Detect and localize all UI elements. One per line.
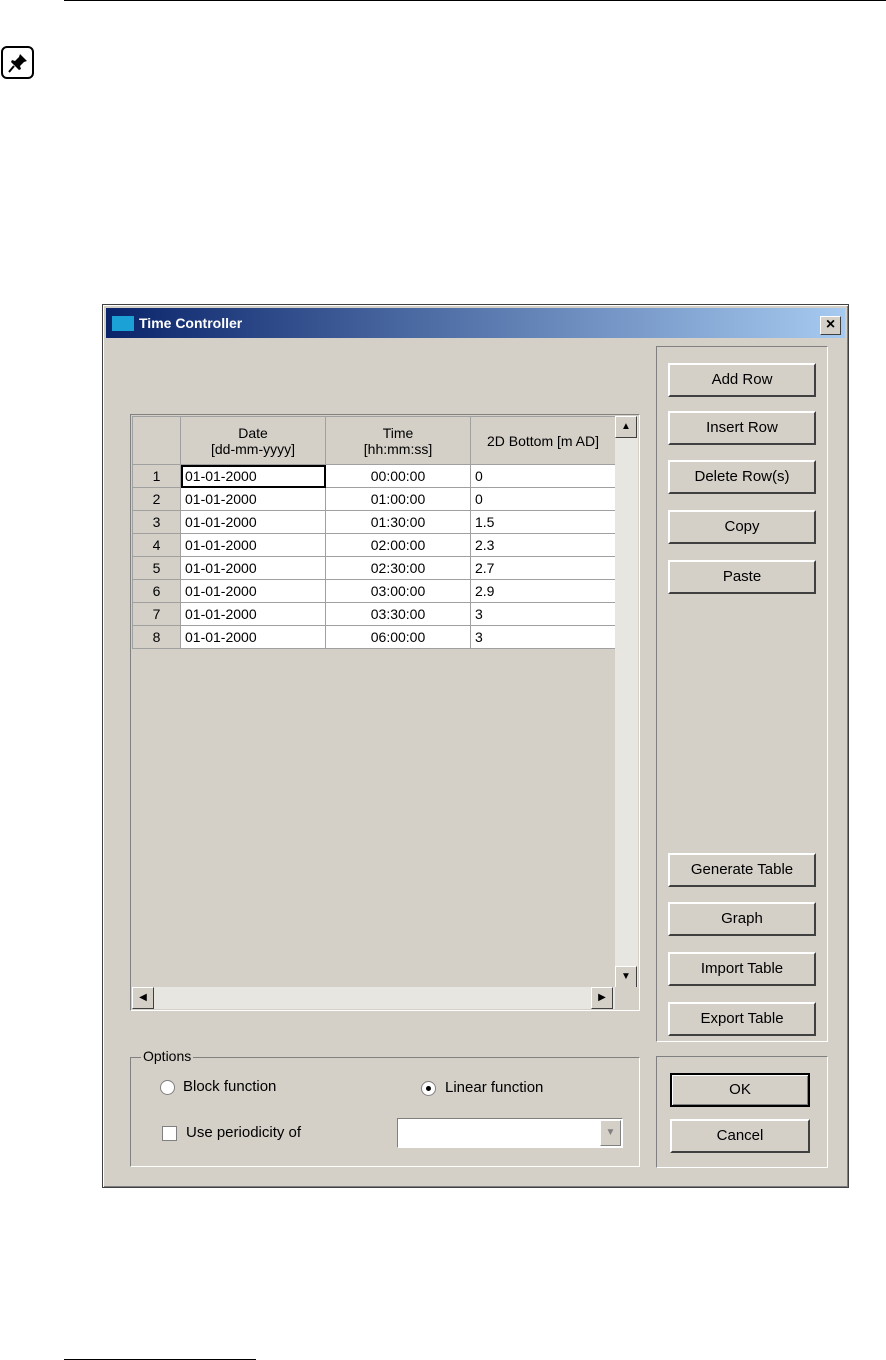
row-number[interactable]: 3	[132, 510, 181, 534]
date-cell[interactable]: 01-01-2000	[180, 487, 326, 511]
data-grid: Date [dd-mm-yyyy] Time [hh:mm:ss] 2D Bot…	[130, 414, 640, 1011]
app-icon	[112, 316, 134, 331]
column-header-date[interactable]: Date [dd-mm-yyyy]	[180, 416, 326, 465]
options-legend: Options	[141, 1048, 194, 1064]
row-number[interactable]: 8	[132, 625, 181, 649]
column-header-line1: Date	[238, 424, 268, 441]
time-cell[interactable]: 02:30:00	[325, 556, 471, 580]
horizontal-scrollbar[interactable]: ◀ ▶	[132, 987, 615, 1009]
table-row[interactable]: 2 01-01-2000 01:00:00 0	[132, 487, 616, 511]
column-header-line2: [hh:mm:ss]	[363, 440, 433, 457]
graph-button[interactable]: Graph	[668, 902, 816, 936]
scroll-up-button[interactable]: ▲	[615, 416, 637, 438]
date-cell[interactable]: 01-01-2000	[180, 533, 326, 557]
row-number[interactable]: 7	[132, 602, 181, 626]
arrow-left-icon: ◀	[139, 992, 147, 1003]
action-button-panel: Add Row Insert Row Delete Row(s) Copy Pa…	[656, 346, 828, 1042]
scrollbar-corner	[615, 987, 638, 1009]
window-title: Time Controller	[139, 315, 243, 331]
row-header-corner	[132, 416, 181, 465]
add-row-button[interactable]: Add Row	[668, 363, 816, 397]
block-function-radio[interactable]	[160, 1080, 175, 1095]
table-header-row: Date [dd-mm-yyyy] Time [hh:mm:ss] 2D Bot…	[132, 416, 616, 465]
arrow-down-icon: ▼	[621, 971, 631, 982]
close-button[interactable]: ×	[820, 316, 841, 335]
date-cell[interactable]: 01-01-2000	[180, 510, 326, 534]
table-row[interactable]: 7 01-01-2000 03:30:00 3	[132, 602, 616, 626]
row-number[interactable]: 2	[132, 487, 181, 511]
time-cell[interactable]: 02:00:00	[325, 533, 471, 557]
generate-table-button[interactable]: Generate Table	[668, 853, 816, 887]
title-bar[interactable]: Time Controller ×	[106, 308, 845, 338]
date-cell[interactable]: 01-01-2000	[180, 579, 326, 603]
table-body: 1 01-01-2000 00:00:00 0 2 01-01-2000 01:00:00 0…	[132, 464, 616, 649]
time-cell[interactable]: 00:00:00	[325, 464, 471, 488]
row-number[interactable]: 5	[132, 556, 181, 580]
value-cell[interactable]: 2.9	[470, 579, 616, 603]
column-header-line2: [dd-mm-yyyy]	[211, 440, 295, 457]
value-cell[interactable]: 0	[470, 464, 616, 488]
value-cell[interactable]: 2.3	[470, 533, 616, 557]
copy-button[interactable]: Copy	[668, 510, 816, 544]
chevron-down-icon: ▼	[605, 1127, 616, 1138]
paste-button[interactable]: Paste	[668, 560, 816, 594]
cancel-button[interactable]: Cancel	[670, 1119, 810, 1153]
arrow-up-icon: ▲	[621, 421, 631, 432]
ok-button[interactable]: OK	[670, 1073, 810, 1107]
time-cell[interactable]: 06:00:00	[325, 625, 471, 649]
time-cell[interactable]: 03:30:00	[325, 602, 471, 626]
table-row[interactable]: 4 01-01-2000 02:00:00 2.3	[132, 533, 616, 557]
table-row[interactable]: 5 01-01-2000 02:30:00 2.7	[132, 556, 616, 580]
linear-function-label[interactable]: Linear function	[445, 1079, 543, 1096]
column-header-line1: Time	[382, 424, 414, 441]
value-cell[interactable]: 3	[470, 602, 616, 626]
value-cell[interactable]: 0	[470, 487, 616, 511]
block-function-label[interactable]: Block function	[183, 1078, 276, 1095]
linear-function-radio[interactable]	[421, 1081, 436, 1096]
delete-rows-button[interactable]: Delete Row(s)	[668, 460, 816, 494]
pushpin-note-icon	[1, 46, 34, 79]
time-table: Date [dd-mm-yyyy] Time [hh:mm:ss] 2D Bot…	[132, 416, 616, 649]
date-cell[interactable]: 01-01-2000	[180, 602, 326, 626]
insert-row-button[interactable]: Insert Row	[668, 411, 816, 445]
scroll-down-button[interactable]: ▼	[615, 966, 637, 988]
dropdown-button[interactable]: ▼	[600, 1120, 621, 1146]
time-cell[interactable]: 03:00:00	[325, 579, 471, 603]
date-cell[interactable]: 01-01-2000	[180, 464, 326, 488]
date-cell[interactable]: 01-01-2000	[180, 625, 326, 649]
options-group: Options Block function Linear function U…	[130, 1048, 640, 1167]
value-cell[interactable]: 2.7	[470, 556, 616, 580]
column-header-2d-bottom[interactable]: 2D Bottom [m AD]	[470, 416, 616, 465]
vertical-scrollbar[interactable]: ▲ ▼	[615, 416, 638, 990]
column-header-time[interactable]: Time [hh:mm:ss]	[325, 416, 471, 465]
use-periodicity-label[interactable]: Use periodicity of	[186, 1124, 301, 1141]
scroll-left-button[interactable]: ◀	[132, 987, 154, 1009]
export-table-button[interactable]: Export Table	[668, 1002, 816, 1036]
close-icon: ×	[825, 316, 836, 333]
table-row[interactable]: 6 01-01-2000 03:00:00 2.9	[132, 579, 616, 603]
scroll-right-button[interactable]: ▶	[591, 987, 613, 1009]
import-table-button[interactable]: Import Table	[668, 952, 816, 986]
time-controller-dialog: Time Controller × Date [dd-mm-yyyy] Time…	[102, 304, 849, 1188]
table-row[interactable]: 3 01-01-2000 01:30:00 1.5	[132, 510, 616, 534]
arrow-right-icon: ▶	[598, 992, 606, 1003]
value-cell[interactable]: 3	[470, 625, 616, 649]
page-top-rule	[64, 0, 886, 1]
time-cell[interactable]: 01:30:00	[325, 510, 471, 534]
use-periodicity-checkbox[interactable]	[162, 1126, 177, 1141]
row-number[interactable]: 1	[132, 464, 181, 488]
table-row[interactable]: 1 01-01-2000 00:00:00 0	[132, 464, 616, 488]
time-cell[interactable]: 01:00:00	[325, 487, 471, 511]
column-header-line1: 2D Bottom [m AD]	[486, 432, 600, 449]
dialog-button-panel: OK Cancel	[656, 1056, 828, 1168]
table-row[interactable]: 8 01-01-2000 06:00:00 3	[132, 625, 616, 649]
row-number[interactable]: 6	[132, 579, 181, 603]
row-number[interactable]: 4	[132, 533, 181, 557]
periodicity-dropdown[interactable]: ▼	[397, 1118, 623, 1148]
date-cell[interactable]: 01-01-2000	[180, 556, 326, 580]
value-cell[interactable]: 1.5	[470, 510, 616, 534]
